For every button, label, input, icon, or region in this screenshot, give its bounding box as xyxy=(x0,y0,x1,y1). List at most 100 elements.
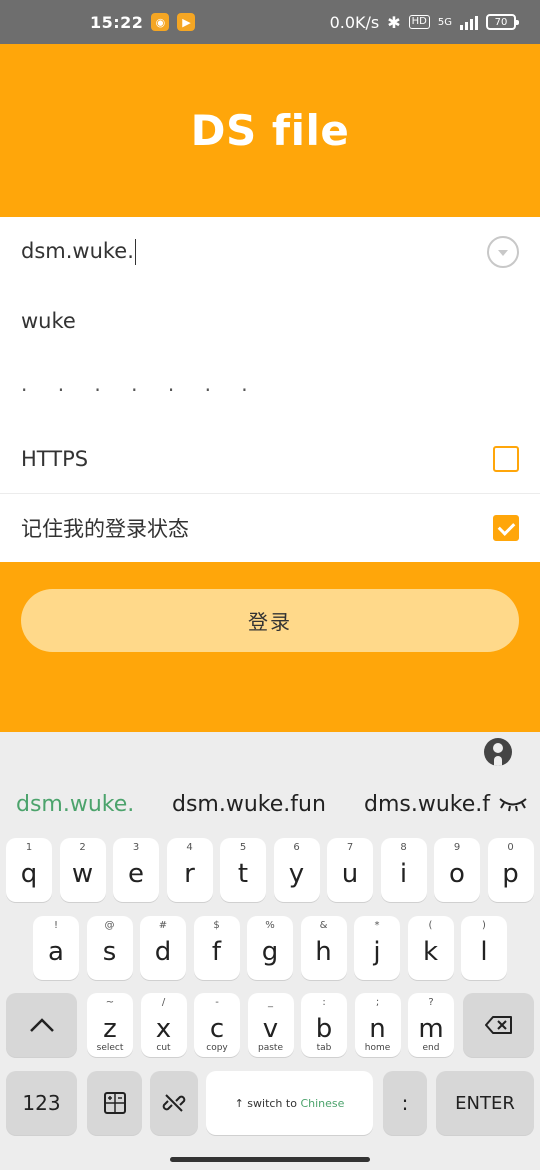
suggestion-item[interactable]: dms.wuke.f xyxy=(364,792,494,817)
key-label: y xyxy=(288,859,305,889)
keyboard-toolbar xyxy=(0,732,540,774)
key-hint: - xyxy=(215,997,219,1008)
key-i[interactable]: 8i xyxy=(380,838,427,902)
key-label: b xyxy=(315,1014,333,1044)
key-g[interactable]: % g xyxy=(247,916,293,980)
key-l[interactable]: ) l xyxy=(461,916,507,980)
key-c[interactable]: - c copy xyxy=(194,993,240,1057)
key-label: e xyxy=(128,859,144,889)
key-hint: / xyxy=(161,997,166,1008)
key-y[interactable]: 6y xyxy=(273,838,320,902)
punctuation-key[interactable]: : xyxy=(383,1071,427,1135)
net-speed: 0.0K/s xyxy=(329,12,380,32)
login-form: dsm.wuke. wuke · · · · · · · HTTPS 记住我的登… xyxy=(0,217,540,562)
key-label: l xyxy=(480,937,488,967)
key-hint: 8 xyxy=(400,842,407,853)
key-n[interactable]: ; n home xyxy=(354,993,401,1057)
home-indicator[interactable] xyxy=(170,1157,370,1162)
enter-key[interactable]: ENTER xyxy=(436,1071,534,1135)
key-sub-label: select xyxy=(96,1043,124,1053)
key-hint: ! xyxy=(53,920,58,931)
status-bar: 15:22 ◉ ▶ 0.0K/s ✱ HD 5G 70 xyxy=(0,0,540,44)
key-x[interactable]: / x cut xyxy=(140,993,187,1057)
space-key[interactable]: ↑ switch to Chinese xyxy=(206,1071,373,1135)
key-p[interactable]: 0p xyxy=(487,838,534,902)
key-sub-label: cut xyxy=(156,1043,171,1053)
suggestion-item[interactable]: dsm.wuke. xyxy=(16,792,172,817)
key-v[interactable]: _ v paste xyxy=(247,993,294,1057)
link-key[interactable] xyxy=(150,1071,198,1135)
remember-row[interactable]: 记住我的登录状态 xyxy=(0,493,540,562)
key-hint: 3 xyxy=(132,842,140,853)
key-hint: $ xyxy=(213,920,220,931)
key-label: h xyxy=(315,937,332,967)
key-e[interactable]: 3e xyxy=(113,838,159,902)
key-q[interactable]: 1q xyxy=(6,838,52,902)
battery-icon: 70 xyxy=(486,14,519,30)
key-label: j xyxy=(373,937,381,967)
key-f[interactable]: $ f xyxy=(193,916,240,980)
key-label: d xyxy=(154,937,172,967)
login-button[interactable]: 登录 xyxy=(21,589,519,652)
key-b[interactable]: : b tab xyxy=(301,993,347,1057)
key-label: o xyxy=(449,859,465,889)
shift-key[interactable] xyxy=(6,993,77,1057)
key-s[interactable]: @ s xyxy=(86,916,133,980)
key-hint: ? xyxy=(428,997,434,1008)
hd-badge: HD xyxy=(408,15,430,29)
chevron-down-icon[interactable] xyxy=(487,235,519,268)
key-hint: @ xyxy=(104,920,115,931)
key-a[interactable]: ! a xyxy=(33,916,79,980)
server-field[interactable]: dsm.wuke. xyxy=(0,217,540,286)
key-d[interactable]: # d xyxy=(140,916,186,980)
keyboard-logo-icon[interactable] xyxy=(484,738,512,766)
backspace-icon xyxy=(484,1016,512,1034)
key-r[interactable]: 4r xyxy=(166,838,213,902)
key-label: t xyxy=(237,859,249,889)
server-input[interactable]: dsm.wuke. xyxy=(21,239,134,263)
key-w[interactable]: 2w xyxy=(59,838,106,902)
key-sub-label: home xyxy=(364,1043,391,1053)
key-hint: 4 xyxy=(186,842,193,853)
space-key-prefix: ↑ switch to xyxy=(234,1096,301,1110)
status-time: 15:22 xyxy=(90,12,144,32)
soft-keyboard: dsm.wuke. dsm.wuke.fun dms.wuke.f 1q2w3e… xyxy=(0,732,540,1170)
key-hint: & xyxy=(319,920,328,931)
key-t[interactable]: 5t xyxy=(220,838,266,902)
password-field[interactable]: · · · · · · · xyxy=(0,355,540,424)
key-hint: 7 xyxy=(346,842,354,853)
https-row[interactable]: HTTPS xyxy=(0,424,540,493)
key-hint: ; xyxy=(375,997,380,1008)
app-header: DS file xyxy=(0,44,540,217)
network-type: 5G xyxy=(437,16,452,28)
username-field[interactable]: wuke xyxy=(0,286,540,355)
key-label: k xyxy=(422,937,439,967)
backspace-key[interactable] xyxy=(463,993,534,1057)
key-hint: 6 xyxy=(293,842,300,853)
key-u[interactable]: 7u xyxy=(327,838,373,902)
password-input[interactable]: · · · · · · · xyxy=(21,378,260,402)
key-m[interactable]: ? m end xyxy=(408,993,454,1057)
remember-checkbox[interactable] xyxy=(493,515,519,541)
key-sub-label: end xyxy=(422,1043,440,1053)
username-input[interactable]: wuke xyxy=(21,309,76,333)
unlink-icon xyxy=(162,1094,186,1112)
hide-suggestions-icon[interactable] xyxy=(498,794,528,812)
numbers-key-label: 123 xyxy=(22,1091,61,1115)
key-hint: 0 xyxy=(507,842,514,853)
key-hint: ( xyxy=(428,920,433,931)
key-hint: 1 xyxy=(25,842,33,853)
key-o[interactable]: 9o xyxy=(434,838,480,902)
https-checkbox[interactable] xyxy=(493,445,519,472)
calculator-key[interactable] xyxy=(87,1071,142,1135)
key-hint: # xyxy=(158,920,168,931)
key-label: c xyxy=(209,1014,225,1044)
key-j[interactable]: * j xyxy=(354,916,400,980)
numbers-key[interactable]: 123 xyxy=(6,1071,77,1135)
key-h[interactable]: & h xyxy=(300,916,347,980)
key-z[interactable]: ~ z select xyxy=(87,993,133,1057)
suggestion-item[interactable]: dsm.wuke.fun xyxy=(172,792,364,817)
bluetooth-icon: ✱ xyxy=(387,12,401,32)
key-k[interactable]: (k xyxy=(407,916,454,980)
text-caret xyxy=(134,238,136,265)
